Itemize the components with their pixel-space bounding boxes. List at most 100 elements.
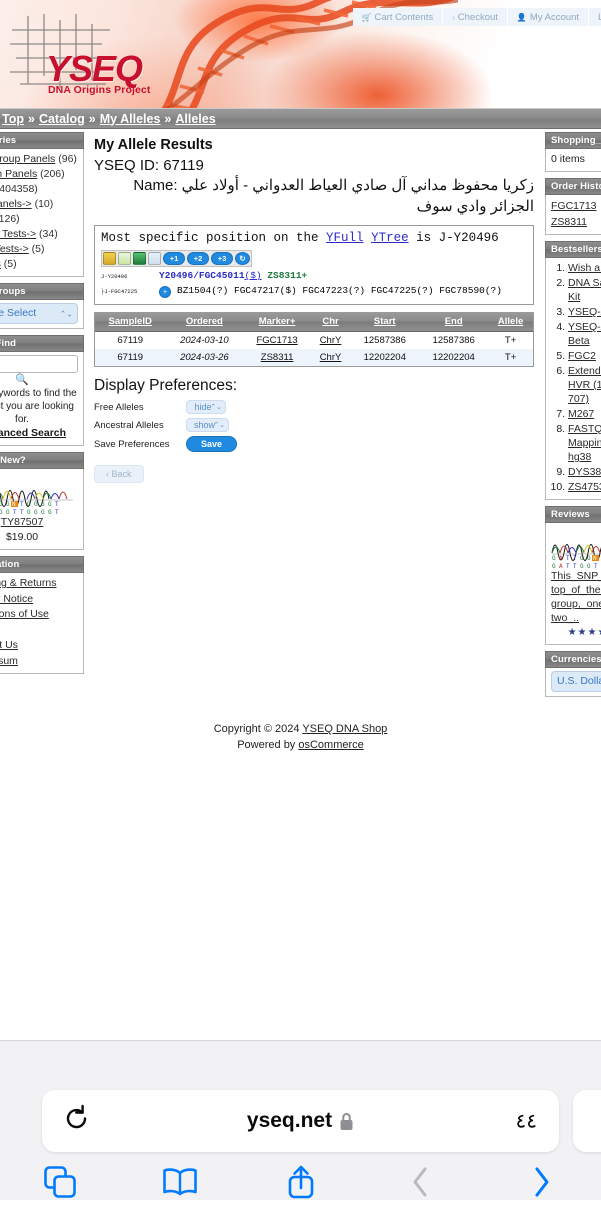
cell-marker[interactable]: ZS8311 [243, 349, 310, 366]
order-history-link[interactable]: FGC1713 [551, 198, 597, 214]
category-item[interactable]: NGS_Tests-> (5) [0, 242, 78, 257]
share-button[interactable] [240, 1164, 360, 1200]
nav-checkout[interactable]: › Checkout [443, 8, 508, 26]
tab-count-badge[interactable]: ٤٤ [516, 1109, 537, 1134]
tree-expand-plus2-button[interactable]: +2 [187, 252, 209, 265]
category-link[interactable]: Various [0, 258, 1, 270]
save-button[interactable]: Save [186, 436, 238, 452]
bestseller-link[interactable]: FGC2 [568, 350, 596, 362]
bestseller-link[interactable]: FASTQ Mapping to hg38 [568, 423, 601, 463]
review-text-wrap[interactable]: This_SNP_is_near_the top_of_the_A24191 g… [551, 569, 601, 625]
category-item[interactable]: STR Panels-> (10) [0, 197, 78, 212]
search-input[interactable] [0, 355, 78, 373]
tree-tool-swatch-lightgreen-icon[interactable] [118, 252, 131, 265]
column-header-start[interactable]: Start [350, 312, 420, 332]
column-header-allele[interactable]: Allele [488, 312, 533, 332]
info-link-impressum[interactable]: Impressum [0, 654, 78, 670]
ytree-link[interactable]: YTree [371, 231, 409, 245]
category-item[interactable]: Custom Panels (206) [0, 167, 78, 182]
advanced-search-link[interactable]: Advanced Search [0, 427, 66, 439]
customer-name-line: Name: زكريا محفوظ مداني آل صادي العياط ا… [94, 175, 534, 217]
back-button-label: Back [111, 469, 132, 479]
category-item[interactable]: SNPs (404358) [0, 182, 78, 197]
advanced-search-link-wrap[interactable]: Advanced Search [0, 426, 78, 441]
footer-oscommerce-link[interactable]: osCommerce [298, 739, 363, 751]
bestseller-link[interactable]: ZS4753 [568, 481, 601, 493]
breadcrumb-item-catalog[interactable]: Catalog [39, 112, 85, 126]
haplogroup-select[interactable]: Please Select ⌃⌄ [0, 303, 78, 324]
tree-node-expand-icon[interactable]: + [159, 286, 171, 298]
marker-link[interactable]: ZS8311 [261, 352, 294, 363]
info-link-faq[interactable]: F.A.Q. [0, 623, 78, 639]
category-link[interactable]: NGS_Tests-> [0, 243, 29, 255]
order-history-link[interactable]: ZS8311 [551, 214, 587, 230]
chr-link[interactable]: ChrY [320, 335, 342, 346]
category-link[interactable]: Haplogroup Panels [0, 153, 55, 165]
tree-tool-swatch-yellow-icon[interactable] [103, 252, 116, 265]
info-link-conditions-of-use[interactable]: Conditions of Use [0, 607, 78, 623]
haplogroups-box: Haplogroups Please Select ⌃⌄ [0, 283, 84, 329]
breadcrumb-item-top[interactable]: Top [2, 112, 24, 126]
breadcrumb-item-my-alleles[interactable]: My Alleles [100, 112, 161, 126]
quick-find-title: Quick Find [0, 335, 84, 352]
info-link-privacy-notice[interactable]: Privacy Notice [0, 592, 78, 608]
yfull-link[interactable]: YFull [326, 231, 364, 245]
category-link[interactable]: mtDNA Tests-> [0, 228, 36, 240]
review-text-link[interactable]: This_SNP_is_near_the top_of_the_A24191 g… [551, 570, 601, 624]
breadcrumb-item-alleles[interactable]: Alleles [175, 112, 215, 126]
currency-select[interactable]: U.S. Dollar ⌃⌄ [551, 671, 601, 692]
back-button[interactable]: ‹ Back [94, 465, 144, 483]
marker-link[interactable]: FGC1713 [256, 335, 297, 346]
ancestral-alleles-select[interactable]: show ⌃⌄ [186, 418, 230, 432]
category-link[interactable]: STR Panels-> [0, 198, 32, 210]
adjacent-tab-peek[interactable] [573, 1090, 601, 1152]
tabs-button[interactable] [0, 1165, 120, 1199]
column-header-chr[interactable]: Chr [310, 312, 351, 332]
cell-chr[interactable]: ChrY [311, 332, 350, 350]
column-header-ordered[interactable]: Ordered [165, 312, 244, 332]
bestseller-link[interactable]: Extended HVR (15930-707) [568, 365, 601, 405]
category-link[interactable]: Custom Panels [0, 168, 37, 180]
forward-button[interactable] [481, 1165, 601, 1199]
category-item[interactable]: Haplogroup Panels (96) [0, 152, 78, 167]
tree-tool-swatch-green-icon[interactable] [133, 252, 146, 265]
bestseller-link[interactable]: YSEQ-Alpha [568, 306, 601, 318]
column-header-sampleid[interactable]: SampleID [95, 312, 166, 332]
category-item[interactable]: Various (5) [0, 257, 78, 272]
currencies-title: Currencies [545, 651, 601, 668]
url-display[interactable]: yseq.net [42, 1109, 559, 1133]
search-icon[interactable]: 🔍 [0, 373, 78, 387]
whats-new-product-link-wrap[interactable]: TY87507 [0, 515, 78, 530]
information-title: Information [0, 556, 84, 573]
chr-link[interactable]: ChrY [320, 352, 342, 363]
tree-tool-swatch-blue-icon[interactable] [148, 252, 161, 265]
nav-my-account[interactable]: 👤 My Account [507, 8, 589, 26]
cell-chr[interactable]: ChrY [311, 349, 350, 366]
bestseller-link[interactable]: M267 [568, 408, 594, 420]
column-header-end[interactable]: End [419, 312, 489, 332]
bestseller-link[interactable]: DNA Sample Kit [568, 277, 601, 303]
category-item[interactable]: STRs (126) [0, 212, 78, 227]
tree-node-primary-snp-link[interactable]: ($) [245, 270, 262, 281]
cell-marker[interactable]: FGC1713 [243, 332, 310, 350]
tree-reset-button[interactable]: ↻ [235, 252, 250, 265]
column-header-marker[interactable]: Marker+ [243, 312, 311, 332]
tree-expand-plus1-button[interactable]: +1 [163, 252, 185, 265]
nav-cart-contents[interactable]: 🛒 Cart Contents [352, 8, 444, 26]
address-bar[interactable]: yseq.net ٤٤ [42, 1090, 559, 1152]
footer-shop-link[interactable]: YSEQ DNA Shop [302, 723, 387, 735]
nav-log-off[interactable]: Log Off [589, 8, 601, 26]
info-link-shipping-returns[interactable]: Shipping & Returns [0, 576, 78, 592]
bestseller-link[interactable]: DYS388 [568, 466, 601, 478]
free-alleles-select[interactable]: hide ⌃⌄ [186, 400, 226, 414]
whats-new-product-link[interactable]: TY87507 [1, 516, 44, 528]
back-button[interactable] [361, 1165, 481, 1199]
info-link-contact-us[interactable]: Contact Us [0, 638, 78, 654]
category-item[interactable]: mtDNA Tests-> (34) [0, 227, 78, 242]
tree-node-snps: Y20496/FGC45011($) ZS8311+ [159, 270, 307, 282]
bestseller-link[interactable]: YSEQ-Alpha-Beta [568, 321, 601, 347]
bestseller-link[interactable]: Wish a SNP [568, 262, 601, 274]
tree-expand-plus3-button[interactable]: +3 [211, 252, 233, 265]
svg-text:T: T [573, 555, 577, 562]
bookmarks-button[interactable] [120, 1167, 240, 1197]
